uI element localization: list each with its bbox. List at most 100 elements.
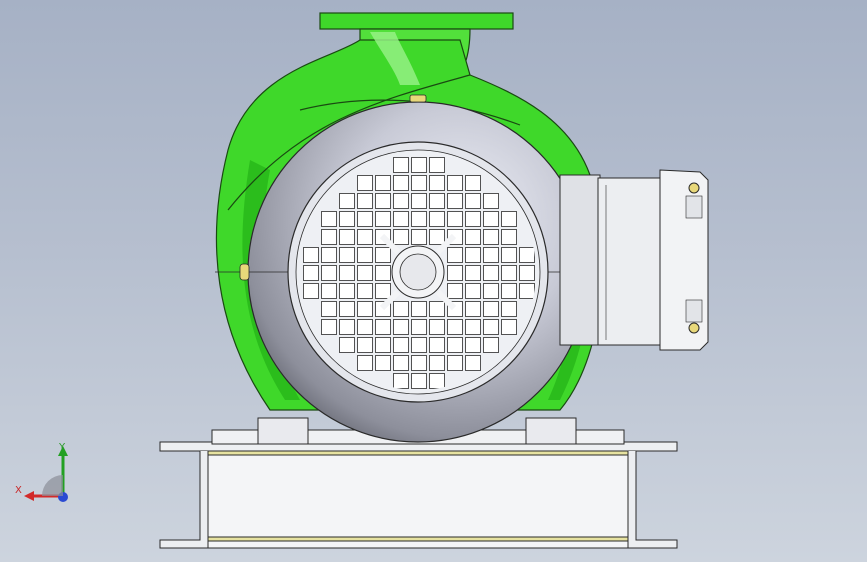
fan-cover[interactable] — [287, 141, 549, 403]
fan-grille-slot — [357, 337, 373, 353]
fan-grille-slot — [303, 283, 319, 299]
fan-grille-slot — [321, 283, 337, 299]
fan-grille-slot — [339, 319, 355, 335]
fan-grille-slot — [465, 283, 481, 299]
fan-grille-slot — [375, 265, 391, 281]
fan-grille-slot — [429, 157, 445, 173]
fan-grille-slot — [447, 337, 463, 353]
x-axis-label: X — [15, 485, 22, 496]
fan-grille-slot — [429, 211, 445, 227]
fan-grille-slot — [303, 247, 319, 263]
fan-grille-slot — [375, 355, 391, 371]
fan-grille-slot — [447, 247, 463, 263]
fan-grille-slot — [411, 301, 427, 317]
fan-grille-slot — [519, 265, 535, 281]
fan-grille-slot — [339, 265, 355, 281]
fan-grille-slot — [483, 265, 499, 281]
fan-grille-slot — [357, 265, 373, 281]
fan-grille-slot — [357, 355, 373, 371]
fan-grille-slot — [519, 283, 535, 299]
fan-grille-slot — [465, 211, 481, 227]
fan-grille-slot — [393, 229, 409, 245]
fan-grille-slot — [339, 301, 355, 317]
fan-grille-slot — [393, 193, 409, 209]
fan-grille-slot — [411, 175, 427, 191]
fan-grille-slot — [483, 193, 499, 209]
fan-grille-slot — [375, 283, 391, 299]
fan-grille-slot — [411, 337, 427, 353]
fan-grille-slot — [321, 229, 337, 245]
fan-grille-slot — [465, 355, 481, 371]
fan-grille-slot — [375, 193, 391, 209]
fan-grille-slot — [447, 265, 463, 281]
view-orientation-triad-icon — [24, 446, 68, 502]
fan-grille-slot — [483, 247, 499, 263]
fan-grille-slot — [483, 301, 499, 317]
fan-grille-slot — [411, 229, 427, 245]
fan-grille-slot — [375, 247, 391, 263]
fan-grille-slot — [411, 193, 427, 209]
fan-grille-slot — [339, 193, 355, 209]
fan-grille-slot — [357, 283, 373, 299]
fan-grille-slot — [501, 247, 517, 263]
fan-grille-slot — [393, 211, 409, 227]
fan-grille-slot — [339, 283, 355, 299]
fan-grille-slot — [321, 211, 337, 227]
fan-grille-slot — [465, 301, 481, 317]
fan-grille-slot — [339, 211, 355, 227]
fan-grille-slot — [393, 319, 409, 335]
cad-graphics-viewport[interactable]: Y X — [0, 0, 867, 562]
fan-grille-slot — [303, 265, 319, 281]
fan-grille-slot — [429, 355, 445, 371]
fan-grille-slot — [393, 301, 409, 317]
fan-grille-slot — [447, 319, 463, 335]
fan-grille-slot — [429, 337, 445, 353]
fan-grille-slot — [411, 211, 427, 227]
fan-grille-slot — [321, 301, 337, 317]
fan-grille-slot — [429, 229, 445, 245]
fan-grille-slot — [501, 265, 517, 281]
terminal-box[interactable] — [559, 169, 709, 351]
fan-grille-slot — [411, 355, 427, 371]
fan-grille-slot — [501, 229, 517, 245]
fan-grille-slot — [411, 373, 427, 389]
fan-grille-slot — [339, 229, 355, 245]
fan-grille-slot — [357, 211, 373, 227]
fan-grille-slot — [465, 247, 481, 263]
fan-grille-slot — [393, 157, 409, 173]
pump-motor-model[interactable] — [0, 0, 867, 562]
fan-grille-slot — [357, 319, 373, 335]
fan-grille-slot — [321, 319, 337, 335]
fan-grille-slot — [483, 211, 499, 227]
fan-grille-slot — [501, 211, 517, 227]
fan-grille-slot — [447, 211, 463, 227]
fan-grille-slot — [519, 247, 535, 263]
fan-grille-slot — [393, 337, 409, 353]
fan-grille-slot — [393, 373, 409, 389]
fan-grille-slot — [483, 283, 499, 299]
fan-grille-slot — [501, 319, 517, 335]
fan-grille-slot — [429, 193, 445, 209]
fan-grille-slot — [411, 319, 427, 335]
fan-grille-slot — [339, 337, 355, 353]
fan-grille-slot — [411, 157, 427, 173]
fan-grille-slot — [357, 229, 373, 245]
fan-grille-slot — [393, 175, 409, 191]
fan-grille-slot — [429, 301, 445, 317]
fan-grille-slot — [357, 247, 373, 263]
fan-grille-slot — [339, 247, 355, 263]
fan-grille-slot — [429, 175, 445, 191]
fan-grille-slot — [357, 301, 373, 317]
fan-grille-slot — [465, 319, 481, 335]
fan-grille-slot — [501, 301, 517, 317]
view-orientation-triad[interactable]: Y X — [12, 440, 82, 510]
fan-grille-slot — [465, 175, 481, 191]
fan-grille-slot — [357, 193, 373, 209]
fan-grille-slot — [465, 229, 481, 245]
fan-grille-slot — [483, 337, 499, 353]
fan-grille-slot — [447, 283, 463, 299]
fan-grille-slot — [375, 211, 391, 227]
fan-grille-slot — [321, 247, 337, 263]
fan-grille-slot — [393, 355, 409, 371]
fan-grille-slot — [483, 319, 499, 335]
